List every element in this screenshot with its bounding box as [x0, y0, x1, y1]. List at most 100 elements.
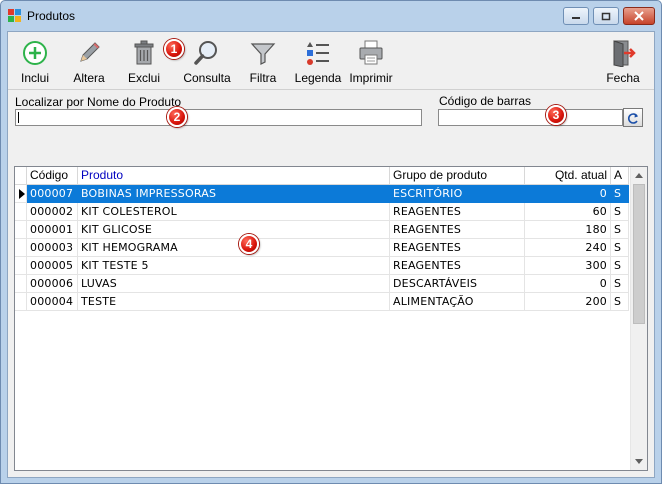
column-header-grupo[interactable]: Grupo de produto: [390, 167, 525, 185]
filtra-button[interactable]: Filtra: [233, 36, 293, 86]
legenda-button[interactable]: Legenda: [288, 36, 348, 86]
inclui-button[interactable]: Inclui: [5, 36, 65, 86]
fecha-button[interactable]: Fecha: [593, 36, 653, 86]
table-row[interactable]: 000001 KIT GLICOSE REAGENTES 180 S: [15, 221, 629, 239]
cell-codigo[interactable]: 000005: [27, 257, 78, 275]
legend-list-icon: [307, 42, 329, 65]
table-row[interactable]: 000003 KIT HEMOGRAMA REAGENTES 240 S: [15, 239, 629, 257]
cell-grupo[interactable]: REAGENTES: [390, 221, 525, 239]
cell-a[interactable]: S: [611, 275, 629, 293]
minimize-icon: [572, 17, 580, 19]
funnel-icon: [250, 43, 276, 65]
column-header-codigo[interactable]: Código: [27, 167, 78, 185]
products-grid[interactable]: Código Produto Grupo de produto Qtd. atu…: [14, 166, 648, 471]
cell-produto[interactable]: KIT TESTE 5: [78, 257, 390, 275]
cell-grupo[interactable]: DESCARTÁVEIS: [390, 275, 525, 293]
callout-marker-4: 4: [239, 234, 259, 254]
cell-codigo[interactable]: 000007: [27, 185, 78, 203]
window-title: Produtos: [27, 9, 76, 23]
current-row-arrow-icon: [19, 189, 25, 199]
cell-a[interactable]: S: [611, 203, 629, 221]
exit-door-icon: [613, 40, 636, 67]
cell-codigo[interactable]: 000006: [27, 275, 78, 293]
cell-produto[interactable]: KIT COLESTEROL: [78, 203, 390, 221]
cell-a[interactable]: S: [611, 293, 629, 311]
name-search-label: Localizar por Nome do Produto: [15, 95, 182, 109]
cell-qtd-atual[interactable]: 180: [525, 221, 611, 239]
column-header-produto[interactable]: Produto: [78, 167, 390, 185]
cell-produto[interactable]: KIT GLICOSE: [78, 221, 390, 239]
printer-icon: [359, 40, 383, 65]
chevron-down-icon: [635, 459, 643, 464]
cell-a[interactable]: S: [611, 185, 629, 203]
cell-qtd-atual[interactable]: 200: [525, 293, 611, 311]
cell-qtd-atual[interactable]: 300: [525, 257, 611, 275]
refresh-arrow-icon: [628, 112, 638, 124]
cell-a[interactable]: S: [611, 221, 629, 239]
table-row[interactable]: 000004 TESTE ALIMENTAÇÃO 200 S: [15, 293, 629, 311]
row-indicator: [15, 293, 27, 311]
altera-button[interactable]: Altera: [59, 36, 119, 86]
pencil-icon: [80, 42, 100, 62]
cell-grupo[interactable]: ALIMENTAÇÃO: [390, 293, 525, 311]
cell-codigo[interactable]: 000002: [27, 203, 78, 221]
cell-grupo[interactable]: REAGENTES: [390, 203, 525, 221]
chevron-up-icon: [635, 173, 643, 178]
cell-produto[interactable]: LUVAS: [78, 275, 390, 293]
title-bar[interactable]: Produtos: [1, 1, 661, 31]
barcode-input[interactable]: [438, 109, 623, 126]
close-button[interactable]: [623, 7, 655, 25]
imprimir-button[interactable]: Imprimir: [341, 36, 401, 86]
row-indicator: [15, 275, 27, 293]
name-search-input[interactable]: [15, 109, 422, 126]
callout-marker-3: 3: [546, 105, 566, 125]
vertical-scrollbar[interactable]: [630, 167, 647, 470]
products-window: Produtos Inclui Altera Exclui Consulta F…: [0, 0, 662, 484]
barcode-label: Código de barras: [439, 94, 532, 108]
cell-a[interactable]: S: [611, 239, 629, 257]
scroll-down-button[interactable]: [631, 453, 647, 470]
close-icon: [634, 11, 644, 21]
plus-circle-icon: [23, 41, 47, 65]
column-header-qtd-atual[interactable]: Qtd. atual: [525, 167, 611, 185]
maximize-icon: [601, 12, 611, 20]
indicator-header: [15, 167, 27, 185]
cell-qtd-atual[interactable]: 240: [525, 239, 611, 257]
toolbar: Inclui Altera Exclui Consulta Filtra Leg…: [8, 32, 654, 88]
consulta-button[interactable]: Consulta: [177, 36, 237, 86]
cell-grupo[interactable]: REAGENTES: [390, 257, 525, 275]
magnifier-icon: [194, 41, 217, 65]
barcode-search-button[interactable]: [623, 108, 643, 127]
table-row[interactable]: 000002 KIT COLESTEROL REAGENTES 60 S: [15, 203, 629, 221]
table-row[interactable]: 000005 KIT TESTE 5 REAGENTES 300 S: [15, 257, 629, 275]
cell-codigo[interactable]: 000004: [27, 293, 78, 311]
cell-produto[interactable]: TESTE: [78, 293, 390, 311]
table-row[interactable]: 000006 LUVAS DESCARTÁVEIS 0 S: [15, 275, 629, 293]
maximize-button[interactable]: [593, 7, 619, 25]
row-indicator: [15, 257, 27, 275]
app-icon: [8, 9, 22, 23]
cell-qtd-atual[interactable]: 0: [525, 275, 611, 293]
scroll-up-button[interactable]: [631, 167, 647, 184]
cell-qtd-atual[interactable]: 0: [525, 185, 611, 203]
cell-produto[interactable]: KIT HEMOGRAMA: [78, 239, 390, 257]
cell-codigo[interactable]: 000001: [27, 221, 78, 239]
trash-icon: [134, 40, 154, 65]
row-indicator: [15, 185, 27, 203]
table-row[interactable]: 000007 BOBINAS IMPRESSORAS ESCRITÓRIO 0 S: [15, 185, 629, 203]
cell-codigo[interactable]: 000003: [27, 239, 78, 257]
minimize-button[interactable]: [563, 7, 589, 25]
cell-a[interactable]: S: [611, 257, 629, 275]
text-caret: [18, 112, 19, 123]
scrollbar-thumb[interactable]: [633, 184, 645, 324]
grid-header: Código Produto Grupo de produto Qtd. atu…: [15, 167, 629, 185]
cell-produto[interactable]: BOBINAS IMPRESSORAS: [78, 185, 390, 203]
cell-grupo[interactable]: REAGENTES: [390, 239, 525, 257]
cell-qtd-atual[interactable]: 60: [525, 203, 611, 221]
row-indicator: [15, 203, 27, 221]
client-area: Inclui Altera Exclui Consulta Filtra Leg…: [7, 31, 655, 478]
row-indicator: [15, 221, 27, 239]
cell-grupo[interactable]: ESCRITÓRIO: [390, 185, 525, 203]
row-indicator: [15, 239, 27, 257]
column-header-a[interactable]: A: [611, 167, 629, 185]
